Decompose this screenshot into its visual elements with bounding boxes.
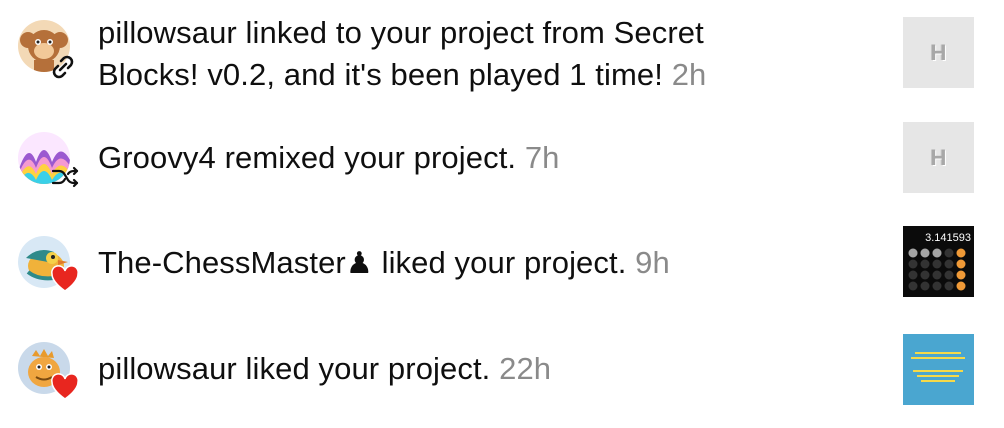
remix-icon [50, 162, 80, 192]
project-thumbnail[interactable]: H [903, 122, 974, 193]
notification-time: 22h [499, 351, 552, 386]
notification-text: Groovy4 remixed your project. [98, 140, 517, 175]
notification-message: pillowsaur linked to your project from S… [98, 12, 858, 96]
calculator-keypad [908, 248, 966, 291]
notification-text-continued: Blocks! v0.2, and it's been played 1 tim… [98, 57, 663, 92]
heart-icon [50, 264, 80, 294]
notification-time: 9h [635, 245, 670, 280]
notification-item[interactable]: pillowsaur liked your project. 22h [0, 320, 1004, 428]
notification-text: pillowsaur liked your project. [98, 351, 491, 386]
thumbnail-placeholder-text: H [930, 144, 947, 170]
avatar[interactable] [18, 342, 80, 402]
notification-item[interactable]: The-ChessMaster♟ liked your project. 9h … [0, 210, 1004, 320]
notification-message: The-ChessMaster♟ liked your project. 9h [98, 242, 858, 285]
notification-item[interactable]: Groovy4 remixed your project. 7h H [0, 110, 1004, 210]
notification-feed: pillowsaur linked to your project from S… [0, 0, 1004, 428]
notification-time: 7h [524, 140, 560, 175]
notification-message: pillowsaur liked your project. 22h [98, 348, 858, 390]
heart-icon [50, 372, 80, 402]
link-icon [48, 52, 78, 82]
project-thumbnail[interactable]: H [903, 17, 974, 88]
notification-time: 2h [671, 57, 707, 92]
avatar[interactable] [18, 132, 80, 192]
chess-pawn-icon: ♟ [345, 247, 373, 280]
notification-text: pillowsaur linked to your project from S… [98, 15, 704, 50]
project-thumbnail[interactable]: 3.141593 [903, 226, 974, 297]
notification-message: Groovy4 remixed your project. 7h [98, 137, 858, 179]
avatar[interactable] [18, 20, 78, 80]
notification-item[interactable]: pillowsaur linked to your project from S… [0, 0, 1004, 110]
project-thumbnail[interactable] [903, 334, 974, 405]
notification-text: liked your project. [381, 245, 627, 280]
notification-user: The-ChessMaster [98, 245, 346, 280]
thumbnail-image [911, 352, 965, 382]
avatar[interactable] [18, 236, 80, 296]
thumbnail-placeholder-text: H [930, 39, 947, 65]
